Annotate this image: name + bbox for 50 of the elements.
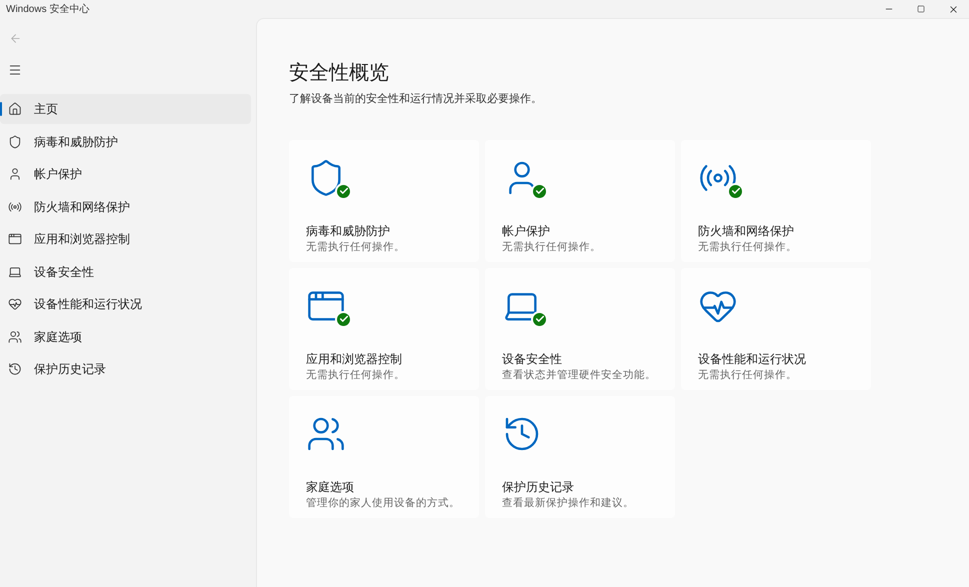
tile-description: 管理你的家人使用设备的方式。 [306,496,461,510]
laptop-icon [8,264,22,278]
history-icon [8,362,22,376]
close-icon [948,4,958,14]
tile-description: 查看状态并管理硬件安全功能。 [502,368,657,382]
nav-item[interactable]: 主页 [0,94,251,124]
maximize-icon [917,5,925,13]
tile-title: 家庭选项 [306,478,355,496]
shield-icon [8,134,22,148]
tile-title: 防火墙和网络保护 [698,222,795,240]
tile-description: 查看最新保护操作和建议。 [502,496,635,510]
nav-item[interactable]: 应用和浏览器控制 [0,224,251,254]
tile-card[interactable]: 设备性能和运行状况 无需执行任何操作。 [681,268,871,390]
nav-item[interactable]: 病毒和威胁防护 [0,126,251,156]
tile-card[interactable]: 家庭选项 管理你的家人使用设备的方式。 [289,396,479,518]
tile-card[interactable]: 应用和浏览器控制 无需执行任何操作。 [289,268,479,390]
nav-item[interactable]: 帐户保护 [0,159,251,189]
tile-title: 设备性能和运行状况 [698,350,807,368]
tile-title: 病毒和威胁防护 [306,222,391,240]
heart-pulse-icon [8,297,22,311]
tile-title: 帐户保护 [502,222,551,240]
selection-indicator [0,102,2,116]
tile-title: 保护历史记录 [502,478,575,496]
tile-card[interactable]: 病毒和威胁防护 无需执行任何操作。 [289,140,479,262]
antenna-icon [8,200,22,214]
browser-window-icon [8,232,22,246]
nav-item[interactable]: 防火墙和网络保护 [0,192,251,222]
people-icon [8,330,22,344]
nav-item[interactable]: 保护历史记录 [0,354,251,384]
tile-description: 无需执行任何操作。 [306,240,406,254]
page-subtitle: 了解设备当前的安全性和运行情况并采取必要操作。 [289,92,543,107]
tile-title: 应用和浏览器控制 [306,350,403,368]
tile-description: 无需执行任何操作。 [698,240,798,254]
tile-description: 无需执行任何操作。 [698,368,798,382]
tile-description: 无需执行任何操作。 [502,240,602,254]
home-icon [8,102,22,116]
tile-title: 设备安全性 [502,350,563,368]
tile-card[interactable]: 防火墙和网络保护 无需执行任何操作。 [681,140,871,262]
nav-item[interactable]: 设备性能和运行状况 [0,289,251,319]
tile-card[interactable]: 保护历史记录 查看最新保护操作和建议。 [485,396,675,518]
nav-item[interactable]: 家庭选项 [0,322,251,352]
menu-icon [8,63,22,77]
tile-card[interactable]: 设备安全性 查看状态并管理硬件安全功能。 [485,268,675,390]
back-arrow-icon [8,32,22,44]
tile-card[interactable]: 帐户保护 无需执行任何操作。 [485,140,675,262]
page-title: 安全性概览 [289,61,390,86]
person-icon [8,167,22,181]
window-title: Windows 安全中心 [6,2,90,16]
nav-item[interactable]: 设备安全性 [0,256,251,286]
tile-description: 无需执行任何操作。 [306,368,406,382]
